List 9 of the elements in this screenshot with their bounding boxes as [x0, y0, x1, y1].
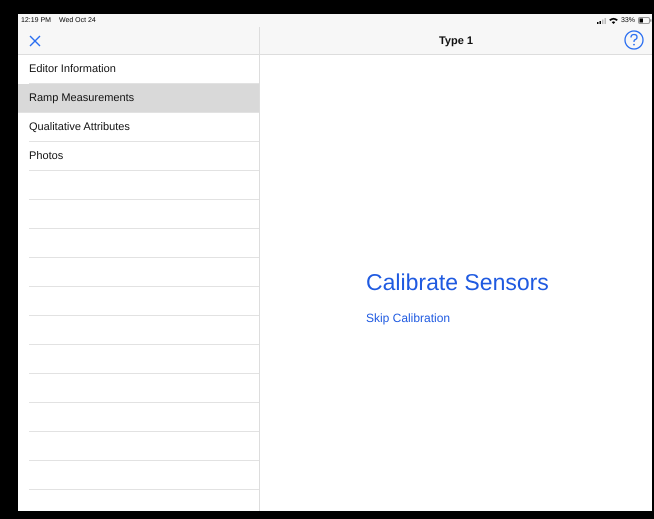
- wifi-icon: [608, 17, 618, 24]
- sidebar-item[interactable]: Qualitative Attributes: [29, 113, 259, 142]
- signal-icon: [596, 18, 606, 24]
- close-button[interactable]: [29, 34, 41, 46]
- help-button[interactable]: [624, 30, 644, 50]
- nav-title: Type 1: [438, 34, 474, 46]
- calibrate-sensors-button[interactable]: Calibrate Sensors: [366, 269, 549, 296]
- skip-calibration-link[interactable]: Skip Calibration: [366, 311, 450, 325]
- sidebar-item[interactable]: Ramp Measurements: [18, 84, 259, 113]
